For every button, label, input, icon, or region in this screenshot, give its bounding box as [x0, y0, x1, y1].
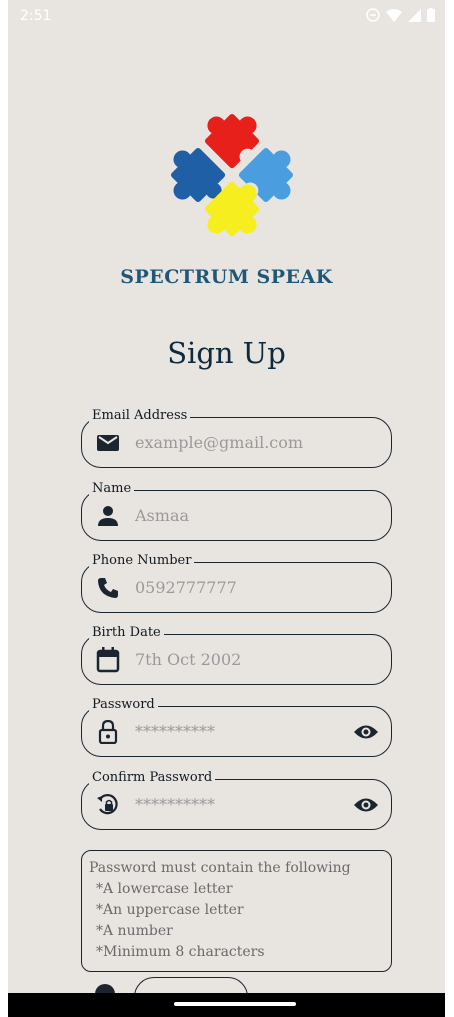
status-time: 2:51 — [20, 8, 52, 24]
signal-icon — [408, 8, 421, 22]
password-rules-heading: Password must contain the following — [89, 860, 351, 876]
confirm-password-field[interactable]: Confirm Password ********** — [81, 769, 392, 830]
password-rules-box: Password must contain the following *A l… — [81, 850, 392, 972]
password-field[interactable]: Password ********** — [81, 696, 392, 757]
password-input[interactable]: ********** — [135, 722, 215, 742]
name-input[interactable]: Asmaa — [135, 506, 189, 526]
phone-input[interactable]: 0592777777 — [135, 578, 237, 598]
phone-icon — [95, 575, 121, 601]
mail-icon — [95, 430, 121, 456]
confirm-password-input[interactable]: ********** — [135, 795, 215, 815]
phone-field[interactable]: Phone Number 0592777777 — [81, 552, 392, 613]
navigation-bar — [8, 993, 445, 1017]
page-title: Sign Up — [167, 336, 286, 370]
confirm-password-label: Confirm Password — [89, 769, 216, 787]
home-handle[interactable] — [174, 1002, 296, 1006]
puzzle-logo — [171, 114, 293, 236]
lock-reset-icon — [95, 792, 121, 818]
name-field[interactable]: Name Asmaa — [81, 480, 392, 541]
battery-icon — [427, 8, 435, 22]
rule-number: *A number — [96, 923, 173, 939]
lock-icon — [95, 719, 121, 745]
person-icon — [95, 503, 121, 529]
birth-date-field[interactable]: Birth Date 7th Oct 2002 — [81, 624, 392, 685]
rule-min-length: *Minimum 8 characters — [96, 944, 265, 960]
email-input[interactable]: example@gmail.com — [135, 433, 303, 453]
birth-date-label: Birth Date — [89, 624, 164, 642]
calendar-icon — [95, 647, 121, 673]
name-label: Name — [89, 480, 135, 498]
eye-icon[interactable] — [353, 793, 379, 817]
email-label: Email Address — [89, 407, 191, 425]
email-field[interactable]: Email Address example@gmail.com — [81, 407, 392, 468]
wifi-icon — [386, 8, 402, 22]
rule-uppercase: *An uppercase letter — [96, 902, 244, 918]
brand-name: SPECTRUM SPEAK — [120, 266, 333, 288]
status-bar: 2:51 — [8, 0, 445, 34]
birth-date-input[interactable]: 7th Oct 2002 — [135, 650, 241, 670]
sign-up-screen: 2:51 SPECTRUM SPEAK Sign Up Email Addres… — [8, 0, 445, 1017]
do-not-disturb-icon — [366, 8, 380, 22]
eye-icon[interactable] — [353, 720, 379, 744]
password-label: Password — [89, 696, 158, 714]
status-icons — [366, 8, 435, 22]
phone-label: Phone Number — [89, 552, 195, 570]
rule-lowercase: *A lowercase letter — [96, 881, 233, 897]
